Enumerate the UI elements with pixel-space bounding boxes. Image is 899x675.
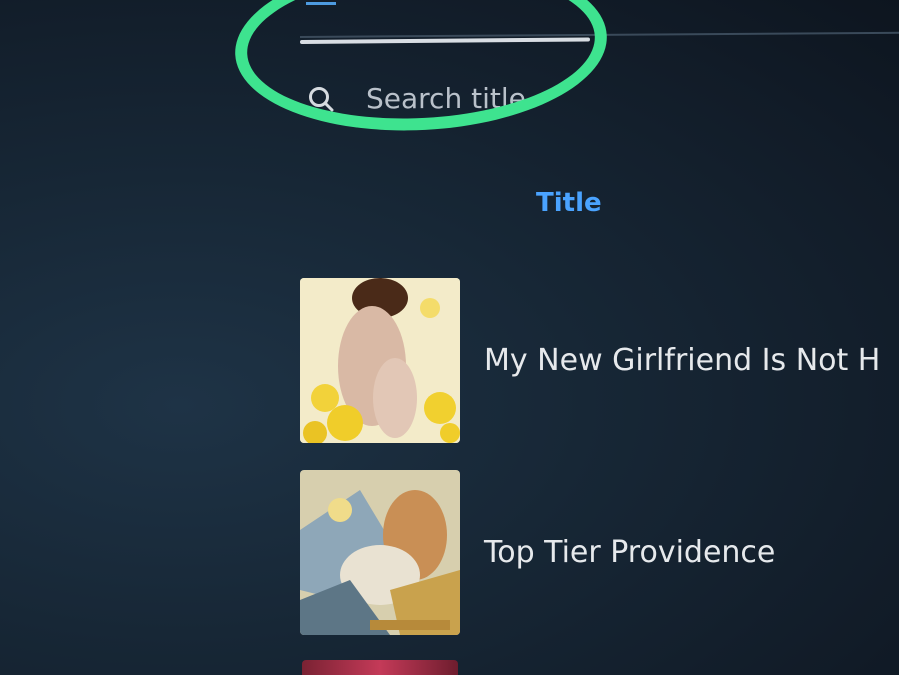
item-title[interactable]: My New Girlfriend Is Not H	[484, 343, 880, 378]
list-item[interactable]: Top Tier Providence	[300, 470, 775, 635]
list-item[interactable]: My New Girlfriend Is Not H	[300, 278, 880, 443]
cover-thumbnail[interactable]	[300, 470, 460, 635]
list-item-partial-thumbnail[interactable]	[302, 660, 458, 675]
item-title[interactable]: Top Tier Providence	[484, 535, 775, 570]
column-header-title[interactable]: Title	[536, 188, 602, 218]
cover-thumbnail[interactable]	[300, 278, 460, 443]
